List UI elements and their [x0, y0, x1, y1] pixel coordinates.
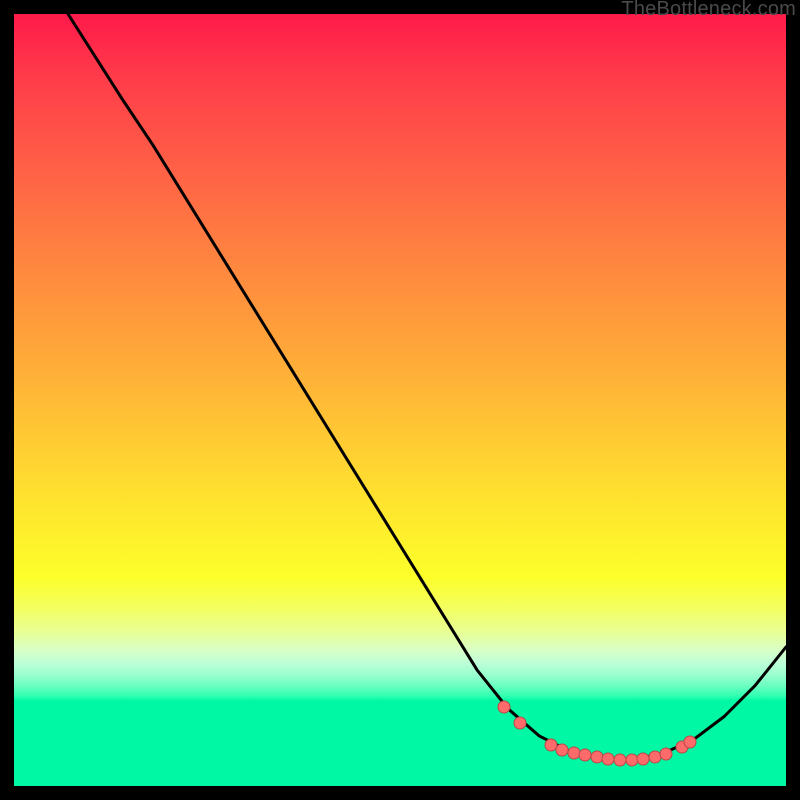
- marker-dot: [660, 748, 673, 761]
- bottleneck-curve: [14, 14, 786, 786]
- attribution-text: TheBottleneck.com: [621, 0, 796, 21]
- marker-dot: [683, 735, 696, 748]
- chart-plot-area: [14, 14, 786, 786]
- marker-dot: [513, 716, 526, 729]
- marker-dot: [498, 701, 511, 714]
